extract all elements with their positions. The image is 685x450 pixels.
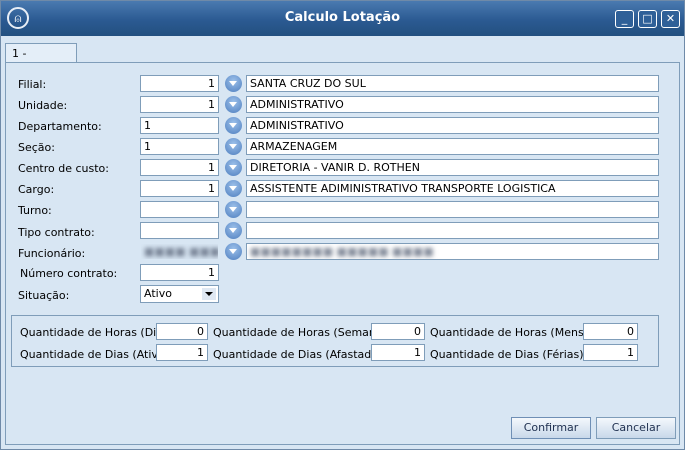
funcionario-code-input[interactable]: ■■■■ ■■■ xyxy=(140,243,219,260)
centro-custo-label: Centro de custo: xyxy=(18,162,109,175)
cargo-desc-field: ASSISTENTE ADIMINISTRATIVO TRANSPORTE LO… xyxy=(246,180,659,197)
horas-semanal-label: Quantidade de Horas (Semanal): xyxy=(213,326,394,339)
maximize-icon: □ xyxy=(642,12,653,25)
dias-afastado-label: Quantidade de Dias (Afastado): xyxy=(213,348,386,361)
secao-label: Seção: xyxy=(18,141,55,154)
close-icon: ✕ xyxy=(665,12,676,25)
tipo-contrato-label: Tipo contrato: xyxy=(18,226,95,239)
centro-custo-desc-field: DIRETORIA - VANIR D. ROTHEN xyxy=(246,159,659,176)
tipo-contrato-desc-field xyxy=(246,222,659,239)
unidade-label: Unidade: xyxy=(18,99,68,112)
horas-dia-input[interactable]: 0 xyxy=(156,323,208,340)
dias-ferias-input[interactable]: 1 xyxy=(583,344,638,361)
tipo-contrato-lookup-icon[interactable] xyxy=(225,222,242,239)
cancel-button[interactable]: Cancelar xyxy=(596,417,676,439)
tipo-contrato-code-input[interactable] xyxy=(140,222,219,239)
departamento-label: Departamento: xyxy=(18,120,102,133)
dias-ativo-input[interactable]: 1 xyxy=(156,344,208,361)
filial-desc-field: SANTA CRUZ DO SUL xyxy=(246,75,659,92)
departamento-code-input[interactable]: 1 xyxy=(140,117,219,134)
unidade-lookup-icon[interactable] xyxy=(225,96,242,113)
cargo-lookup-icon[interactable] xyxy=(225,180,242,197)
funcionario-label: Funcionário: xyxy=(18,247,86,260)
funcionario-lookup-icon[interactable] xyxy=(225,243,242,260)
title-bar[interactable]: ⍝ Calculo Lotação _ □ ✕ xyxy=(1,1,684,36)
minimize-icon: _ xyxy=(621,12,628,25)
window-title: Calculo Lotação xyxy=(284,10,401,25)
secao-code-input[interactable]: 1 xyxy=(140,138,219,155)
funcionario-desc-field: ■■■■■■■■ ■■■■■ ■■■■ xyxy=(246,243,659,260)
dias-ativo-label: Quantidade de Dias (Ativo): xyxy=(20,348,173,361)
confirm-button[interactable]: Confirmar xyxy=(511,417,591,439)
horas-semanal-input[interactable]: 0 xyxy=(371,323,425,340)
filial-lookup-icon[interactable] xyxy=(225,75,242,92)
centro-custo-code-input[interactable]: 1 xyxy=(140,159,219,176)
situacao-value: Ativo xyxy=(144,287,172,300)
cargo-label: Cargo: xyxy=(18,183,55,196)
dias-ferias-label: Quantidade de Dias (Férias): xyxy=(430,348,588,361)
unidade-desc-field: ADMINISTRATIVO xyxy=(246,96,659,113)
secao-desc-field: ARMAZENAGEM xyxy=(246,138,659,155)
calculo-lotacao-window: ⍝ Calculo Lotação _ □ ✕ 1 - Principal Fi… xyxy=(0,0,685,450)
horas-dia-label: Quantidade de Horas (Dia): xyxy=(20,326,171,339)
cargo-code-input[interactable]: 1 xyxy=(140,180,219,197)
maximize-button[interactable]: □ xyxy=(638,10,657,28)
filial-code-input[interactable]: 1 xyxy=(140,75,219,92)
departamento-lookup-icon[interactable] xyxy=(225,117,242,134)
minimize-button[interactable]: _ xyxy=(615,10,634,28)
chevron-down-icon[interactable] xyxy=(202,288,216,300)
departamento-desc-field: ADMINISTRATIVO xyxy=(246,117,659,134)
situacao-label: Situação: xyxy=(18,289,70,302)
secao-lookup-icon[interactable] xyxy=(225,138,242,155)
close-button[interactable]: ✕ xyxy=(661,10,680,28)
unidade-code-input[interactable]: 1 xyxy=(140,96,219,113)
numero-contrato-label: Número contrato: xyxy=(20,267,118,280)
centro-custo-lookup-icon[interactable] xyxy=(225,159,242,176)
situacao-select[interactable]: Ativo xyxy=(140,285,219,303)
numero-contrato-input[interactable]: 1 xyxy=(140,264,219,281)
turno-code-input[interactable] xyxy=(140,201,219,218)
turno-label: Turno: xyxy=(18,204,52,217)
horas-mensal-label: Quantidade de Horas (Mensal): xyxy=(430,326,602,339)
turno-desc-field xyxy=(246,201,659,218)
tab-principal[interactable]: 1 - Principal xyxy=(5,43,77,73)
dias-afastado-input[interactable]: 1 xyxy=(371,344,425,361)
horas-mensal-input[interactable]: 0 xyxy=(583,323,638,340)
filial-label: Filial: xyxy=(18,78,47,91)
turno-lookup-icon[interactable] xyxy=(225,201,242,218)
